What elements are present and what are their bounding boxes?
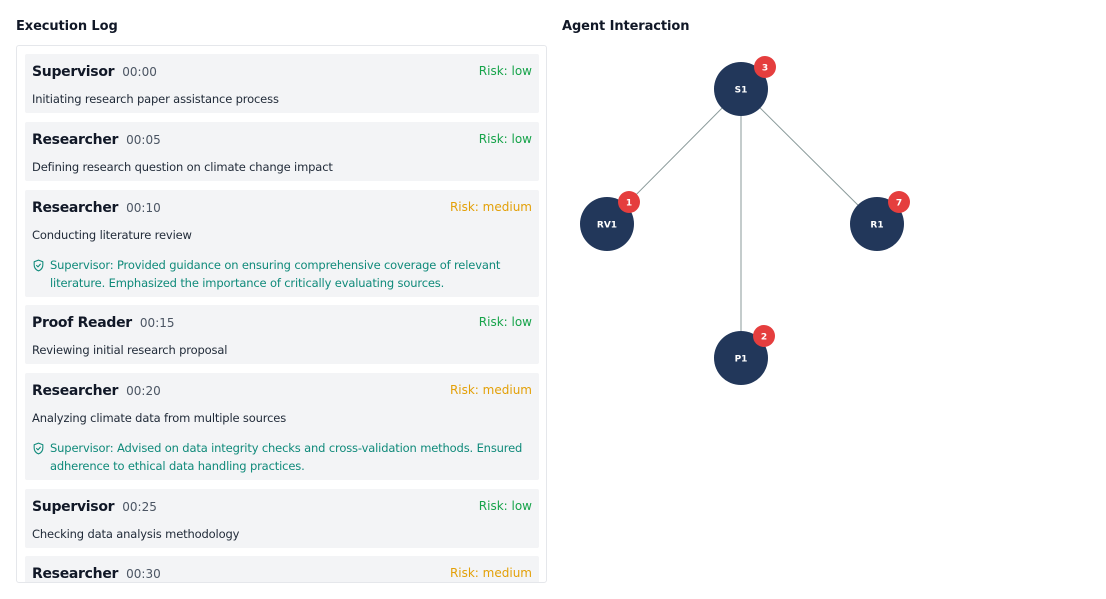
entry-description: Initiating research paper assistance pro… [32,92,279,106]
supervisor-feedback: Supervisor: Provided guidance on ensurin… [32,256,532,292]
agent-name: Researcher [32,200,119,216]
node-rv1[interactable]: RV1 1 [580,191,640,251]
agent-name: Proof Reader [32,315,132,331]
risk-badge: Risk: low [478,64,532,78]
entry-time: 00:00 [122,65,157,79]
entry-agent: Researcher 00:30 [32,566,161,582]
agent-name: Researcher [32,132,119,148]
execution-log-panel[interactable]: Supervisor 00:00 Risk: low Initiating res… [16,45,547,583]
log-entry[interactable]: Proof Reader 00:15 Risk: low Reviewing in… [25,305,539,364]
supervisor-feedback: Supervisor: Advised on data integrity ch… [32,439,532,475]
risk-badge: Risk: low [478,499,532,513]
feedback-text: Supervisor: Advised on data integrity ch… [50,441,523,473]
risk-badge: Risk: medium [449,383,532,397]
entry-time: 00:05 [126,133,161,147]
edge-s1-r1 [740,88,878,225]
entry-description: Defining research question on climate ch… [32,160,333,174]
log-entry[interactable]: Supervisor 00:00 Risk: low Initiating res… [25,54,539,113]
entry-description: Reviewing initial research proposal [32,343,228,357]
agent-name: Supervisor [32,499,115,515]
entry-agent: Supervisor 00:00 [32,64,157,80]
log-entry[interactable]: Researcher 00:10 Risk: medium Conducting … [25,190,539,297]
entry-agent: Researcher 00:20 [32,383,161,399]
entry-time: 00:15 [139,316,175,330]
graph-edges [606,88,878,358]
entry-description: Analyzing climate data from multiple sou… [32,411,287,425]
risk-badge: Risk: low [478,132,532,146]
agent-interaction-graph: S1 3 RV1 1 R1 7 P1 2 [580,56,910,385]
entry-description: Conducting literature review [32,228,192,242]
shield-check-icon [33,442,44,455]
log-entry[interactable]: Researcher 00:30 Risk: medium [25,556,539,582]
log-entry[interactable]: Supervisor 00:25 Risk: low Checking data … [25,489,539,548]
node-p1[interactable]: P1 2 [714,325,775,385]
risk-badge: Risk: medium [449,566,532,580]
risk-badge: Risk: medium [449,200,532,214]
count-badge-label: 1 [626,199,632,209]
shield-check-icon [33,259,44,272]
entry-agent: Supervisor 00:25 [32,499,157,515]
entry-time: 00:20 [126,384,161,398]
entry-agent: Proof Reader 00:15 [32,315,175,331]
entry-agent: Researcher 00:05 [32,132,161,148]
entry-time: 00:25 [122,500,157,514]
node-r1[interactable]: R1 7 [850,191,910,251]
log-entry[interactable]: Researcher 00:05 Risk: low Defining resea… [25,122,539,181]
node-label: S1 [735,86,748,96]
count-badge-label: 3 [762,64,768,74]
node-label: RV1 [597,221,617,231]
agent-name: Researcher [32,566,119,582]
node-s1[interactable]: S1 3 [714,56,776,116]
entry-description: Checking data analysis methodology [32,527,240,541]
risk-badge: Risk: low [478,315,532,329]
log-entry[interactable]: Researcher 00:20 Risk: medium Analyzing c… [25,373,539,480]
entry-time: 00:30 [126,567,161,581]
node-label: R1 [870,221,883,231]
agent-name: Supervisor [32,64,115,80]
agent-interaction-title: Agent Interaction [562,19,690,34]
node-label: P1 [735,355,748,365]
entry-agent: Researcher 00:10 [32,200,161,216]
agent-name: Researcher [32,383,119,399]
count-badge-label: 7 [896,199,902,209]
feedback-text: Supervisor: Provided guidance on ensurin… [50,258,501,290]
execution-log-title: Execution Log [16,19,118,34]
entry-time: 00:10 [126,201,161,215]
count-badge-label: 2 [761,333,767,343]
app-page: Execution Log Agent Interaction Supervis… [0,0,1106,599]
